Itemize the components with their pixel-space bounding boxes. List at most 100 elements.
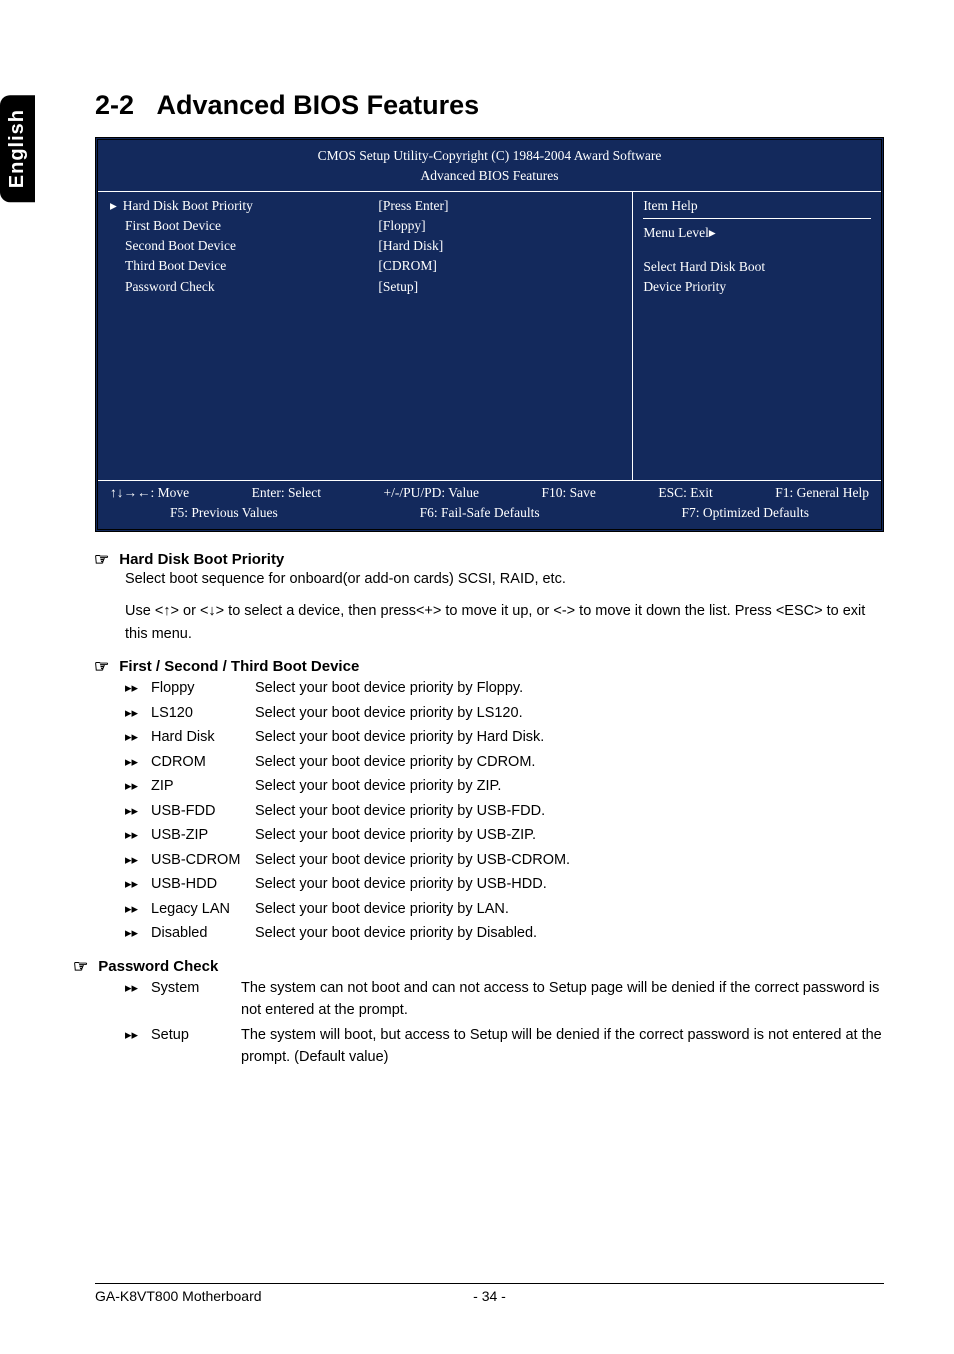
paragraph: Select boot sequence for onboard(or add-… (125, 568, 884, 590)
option-description: Select your boot device priority by Flop… (255, 677, 884, 699)
key-hint-prev: F5: Previous Values (170, 503, 278, 523)
option-row: ▸▸ USB-FDD Select your boot device priorit… (125, 800, 884, 822)
setting-value: [CDROM] (378, 256, 622, 276)
double-arrow-icon: ▸▸ (125, 727, 139, 747)
option-description: Select your boot device priority by USB-… (255, 824, 884, 846)
setting-label: Third Boot Device (125, 256, 226, 276)
double-arrow-icon: ▸▸ (125, 703, 139, 723)
bios-setting-row[interactable]: Third Boot Device [CDROM] (110, 256, 622, 276)
option-name: Setup (151, 1024, 229, 1046)
option-row: ▸▸ Setup The system will boot, but access … (125, 1024, 884, 1069)
option-name: Floppy (151, 677, 243, 699)
bios-footer: ↑↓→←: Move Enter: Select +/-/PU/PD: Valu… (98, 481, 881, 526)
option-name: USB-CDROM (151, 849, 243, 871)
doc-content: ☞ Hard Disk Boot Priority Select boot se… (95, 550, 884, 1068)
setting-label: Password Check (125, 277, 215, 297)
setting-description-block: ☞ Password Check ▸▸SystemThe system can … (95, 957, 884, 1069)
double-arrow-icon: ▸▸ (125, 678, 139, 698)
option-name: Hard Disk (151, 726, 243, 748)
option-row: ▸▸ LS120 Select your boot device priority … (125, 702, 884, 724)
help-text-line: Device Priority (643, 277, 871, 297)
option-description: Select your boot device priority by Disa… (255, 922, 884, 944)
option-row: ▸▸ USB-CDROM Select your boot device prior… (125, 849, 884, 871)
option-row: ▸▸ USB-HDD Select your boot device priorit… (125, 873, 884, 895)
double-arrow-icon: ▸▸ (125, 978, 139, 998)
key-hint-failsafe: F6: Fail-Safe Defaults (420, 503, 540, 523)
option-description: Select your boot device priority by ZIP. (255, 775, 884, 797)
option-row: ▸▸ Floppy Select your boot device priority… (125, 677, 884, 699)
setting-label: Second Boot Device (125, 236, 236, 256)
bios-setting-row[interactable]: Password Check [Setup] (110, 277, 622, 297)
footer-page-number: - 34 - (473, 1288, 506, 1304)
option-name: CDROM (151, 751, 243, 773)
help-text-line: Select Hard Disk Boot (643, 257, 871, 277)
option-name: Disabled (151, 922, 243, 944)
language-tab: English (0, 95, 35, 202)
setting-value: [Setup] (378, 277, 622, 297)
setting-label: First Boot Device (125, 216, 221, 236)
option-row: ▸▸ Disabled Select your boot device priori… (125, 922, 884, 944)
hand-pointer-icon: ☞ (94, 551, 109, 568)
setting-description-block: ☞ Hard Disk Boot Priority Select boot se… (95, 550, 884, 645)
section-title-text: Advanced BIOS Features (157, 90, 480, 120)
bios-window: CMOS Setup Utility-Copyright (C) 1984-20… (95, 137, 884, 532)
option-description: Select your boot device priority by USB-… (255, 849, 884, 871)
double-arrow-icon: ▸▸ (125, 874, 139, 894)
double-arrow-icon: ▸▸ (125, 752, 139, 772)
bios-header: CMOS Setup Utility-Copyright (C) 1984-20… (98, 144, 881, 191)
double-arrow-icon: ▸▸ (125, 899, 139, 919)
bios-screen-title: Advanced BIOS Features (98, 166, 881, 186)
option-row: ▸▸ZIPSelect your boot device priority by… (125, 775, 884, 797)
option-name: LS120 (151, 702, 243, 724)
double-arrow-icon: ▸▸ (125, 1025, 139, 1045)
option-row: ▸▸ USB-ZIP Select your boot device priorit… (125, 824, 884, 846)
paragraph: Use <↑> or <↓> to select a device, then … (125, 600, 884, 645)
key-hint-help: F1: General Help (775, 483, 869, 503)
option-name: ZIP (151, 775, 243, 797)
hand-pointer-icon: ☞ (94, 658, 109, 675)
double-arrow-icon: ▸▸ (125, 801, 139, 821)
option-description: Select your boot device priority by CDRO… (255, 751, 884, 773)
option-description: Select your boot device priority by USB-… (255, 873, 884, 895)
footer-product: GA-K8VT800 Motherboard (95, 1288, 262, 1304)
help-title: Item Help (643, 196, 871, 219)
submenu-arrow-icon: ▸ (110, 196, 117, 216)
option-row: ▸▸ System The system can not boot and can … (125, 977, 884, 1022)
option-description: Select your boot device priority by Hard… (255, 726, 884, 748)
key-hint-optimized: F7: Optimized Defaults (682, 503, 809, 523)
menu-level: Menu Level▸ (643, 223, 871, 243)
option-name: USB-ZIP (151, 824, 243, 846)
option-description: The system will boot, but access to Setu… (241, 1024, 884, 1069)
section-number: 2-2 (95, 90, 134, 120)
key-hint-select: Enter: Select (252, 483, 321, 503)
option-description: Select your boot device priority by LS12… (255, 702, 884, 724)
option-row: ▸▸ CDROM Select your boot device priority … (125, 751, 884, 773)
setting-heading: Hard Disk Boot Priority (119, 551, 284, 568)
setting-heading: Password Check (98, 958, 218, 975)
bios-setting-row[interactable]: ▸ Hard Disk Boot Priority [Press Enter] (110, 196, 622, 216)
option-description: Select your boot device priority by USB-… (255, 800, 884, 822)
option-name: Legacy LAN (151, 898, 243, 920)
setting-value: [Press Enter] (378, 196, 622, 216)
setting-value: [Floppy] (378, 216, 622, 236)
bios-setting-row[interactable]: First Boot Device [Floppy] (110, 216, 622, 236)
option-row: ▸▸ Legacy LAN Select your boot device prio… (125, 898, 884, 920)
double-arrow-icon: ▸▸ (125, 825, 139, 845)
option-description: Select your boot device priority by LAN. (255, 898, 884, 920)
key-hint-exit: ESC: Exit (658, 483, 712, 503)
option-name: USB-HDD (151, 873, 243, 895)
bios-settings-panel: ▸ Hard Disk Boot Priority [Press Enter] F… (98, 192, 632, 480)
double-arrow-icon: ▸▸ (125, 850, 139, 870)
option-name: USB-FDD (151, 800, 243, 822)
bios-setting-row[interactable]: Second Boot Device [Hard Disk] (110, 236, 622, 256)
option-name: System (151, 977, 229, 999)
bios-help-panel: Item Help Menu Level▸ Select Hard Disk B… (632, 192, 881, 480)
menu-level-arrow-icon: ▸ (709, 225, 716, 240)
key-hint-move: ↑↓→←: Move (110, 483, 189, 503)
option-description: The system can not boot and can not acce… (241, 977, 884, 1022)
setting-description-block: ☞ First / Second / Third Boot Device ▸▸F… (95, 657, 884, 944)
setting-label: Hard Disk Boot Priority (123, 196, 253, 216)
page-footer: GA-K8VT800 Motherboard - 34 - (95, 1283, 884, 1304)
hand-pointer-icon: ☞ (73, 958, 88, 975)
double-arrow-icon: ▸▸ (125, 923, 139, 943)
